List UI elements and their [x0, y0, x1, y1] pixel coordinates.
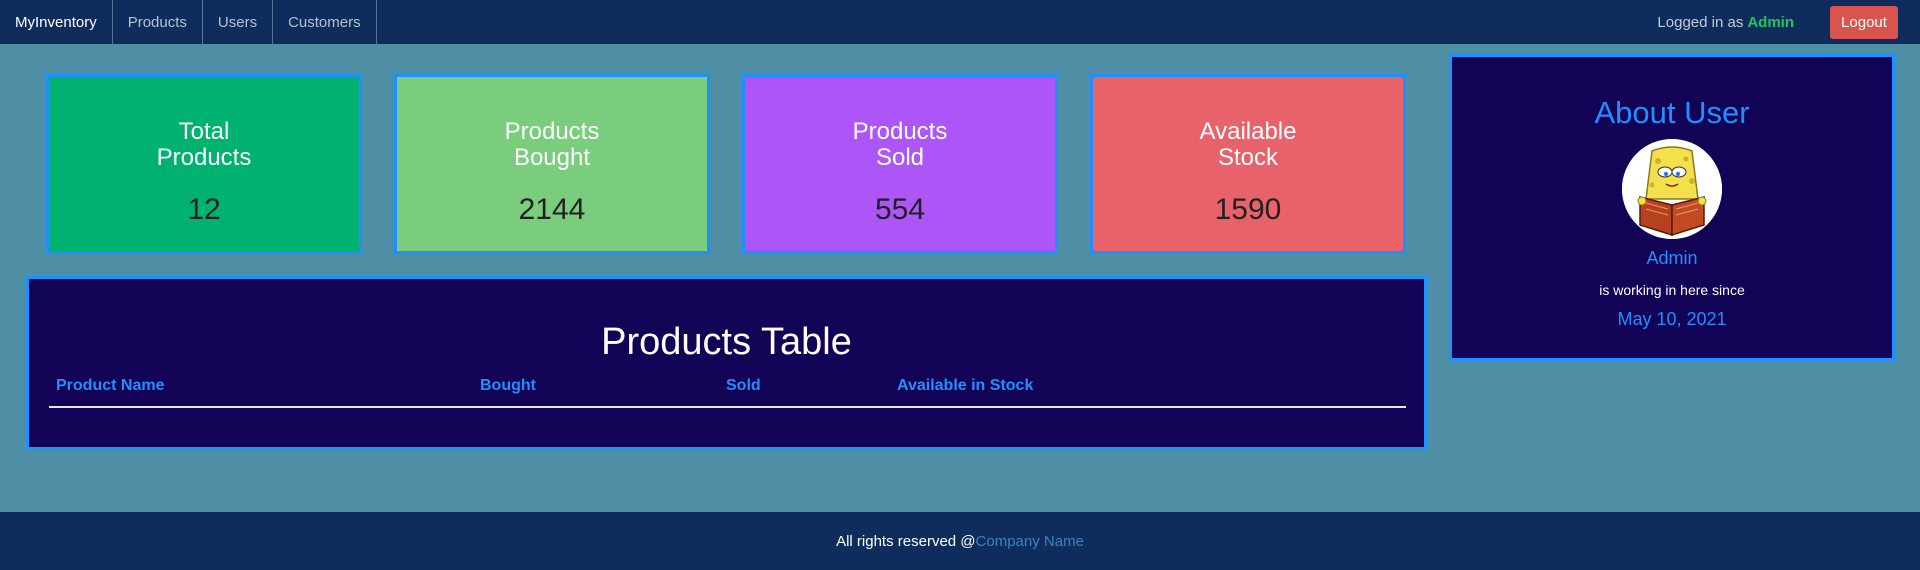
nav-link-users[interactable]: Users — [203, 0, 274, 44]
column-header-sold: Sold — [726, 377, 761, 394]
column-header-available-in-stock: Available in Stock — [897, 377, 1034, 394]
navbar-right: Logged in as Admin Logout — [1657, 0, 1920, 44]
about-user-start-date: May 10, 2021 — [1617, 309, 1727, 329]
about-user-panel: About User Admin is working in here sinc… — [1449, 54, 1895, 361]
footer-text: All rights reserved @ — [836, 532, 976, 550]
card-title: Products Sold — [852, 118, 948, 171]
about-user-since-text: is working in here since — [1599, 282, 1745, 298]
top-navbar: MyInventory Products Users Customers Log… — [0, 0, 1920, 44]
logged-in-username: Admin — [1747, 13, 1794, 31]
brand-link[interactable]: MyInventory — [0, 0, 113, 44]
card-value: 12 — [187, 193, 221, 226]
footer-company-link[interactable]: Company Name — [976, 533, 1084, 550]
logged-in-status: Logged in as Admin — [1657, 14, 1794, 31]
card-title: Available Stock — [1199, 118, 1297, 171]
card-value: 554 — [874, 193, 926, 226]
card-title: Total Products — [156, 118, 252, 171]
logout-button[interactable]: Logout — [1830, 5, 1898, 39]
nav-link-customers[interactable]: Customers — [273, 0, 377, 44]
column-header-product-name: Product Name — [56, 377, 165, 394]
nav-link-products[interactable]: Products — [113, 0, 203, 44]
card-title: Products Bought — [504, 118, 600, 171]
column-header-bought: Bought — [480, 377, 536, 394]
user-avatar — [1622, 139, 1722, 239]
products-table-title: Products Table — [601, 321, 852, 363]
logged-in-prefix: Logged in as — [1657, 13, 1744, 31]
about-user-name: Admin — [1646, 248, 1698, 268]
card-products-sold: Products Sold 554 — [742, 74, 1058, 254]
card-value: 2144 — [518, 193, 586, 226]
card-total-products: Total Products 12 — [46, 74, 362, 254]
products-table-panel: Products Table Product Name Bought Sold … — [26, 276, 1427, 450]
card-value: 1590 — [1214, 193, 1282, 226]
card-products-bought: Products Bought 2144 — [394, 74, 710, 254]
card-available-stock: Available Stock 1590 — [1090, 74, 1406, 254]
table-header-divider — [49, 406, 1406, 408]
spongebob-reading-avatar-icon — [1622, 139, 1722, 239]
page-footer: All rights reserved @ Company Name — [0, 512, 1920, 570]
about-user-title: About User — [1594, 95, 1750, 130]
